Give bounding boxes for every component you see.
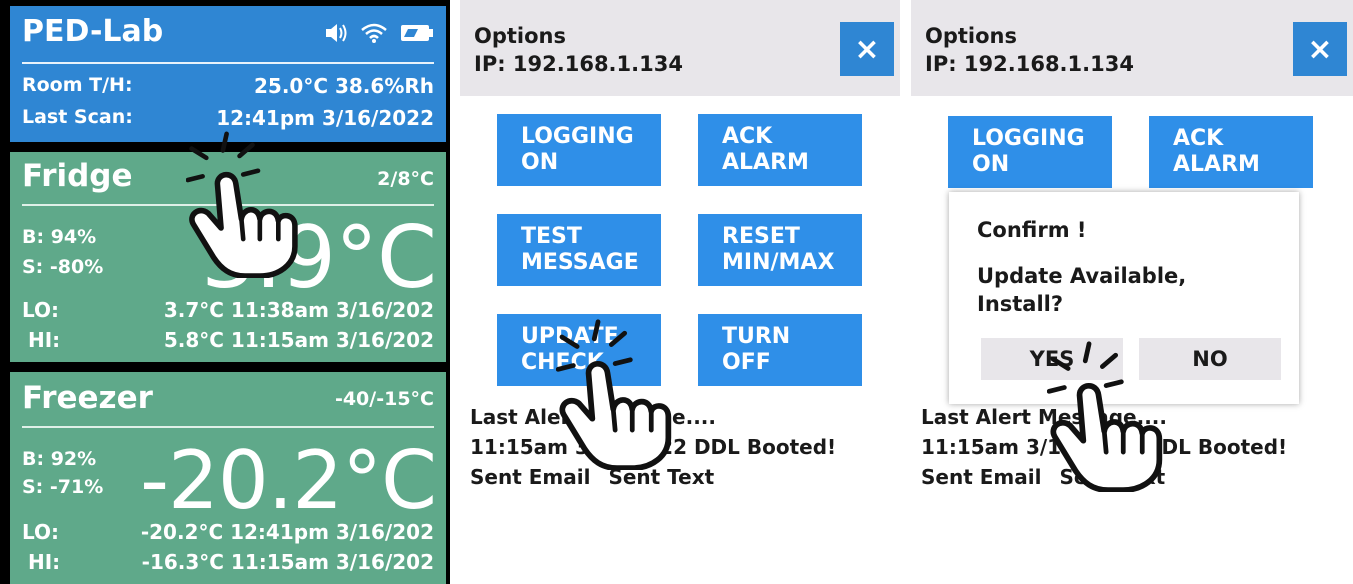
- wifi-icon: [361, 23, 387, 43]
- options-title-text: Options: [925, 24, 1017, 48]
- hi-label: HI:: [28, 550, 61, 574]
- dashboard-screen: PED-Lab Room T/H: 25.0°C 38.6%Rh Last Sc…: [0, 0, 450, 584]
- test-message-button[interactable]: TEST MESSAGE: [497, 214, 661, 286]
- ip-address: IP: 192.168.1.134: [925, 52, 1134, 76]
- zone-temperature: -20.2°C: [140, 434, 437, 527]
- brand-title: PED-Lab: [22, 14, 164, 49]
- zone-range: 2/8°C: [377, 168, 434, 190]
- room-label: Room T/H:: [22, 74, 133, 96]
- speaker-icon: [326, 24, 347, 42]
- zone-signal: S: -80%: [22, 256, 104, 278]
- lo-value: 3.7°C 11:38am 3/16/202: [163, 298, 434, 322]
- confirm-screen: Options IP: 192.168.1.134 × LOGGING ON A…: [911, 0, 1353, 584]
- options-title: Options IP: 192.168.1.134: [474, 22, 683, 78]
- room-value: 25.0°C 38.6%Rh: [253, 74, 434, 98]
- options-header: Options IP: 192.168.1.134: [460, 0, 900, 96]
- zone-battery: B: 94%: [22, 226, 97, 248]
- ack-alarm-button[interactable]: ACK ALARM: [698, 114, 862, 186]
- dashboard-header: PED-Lab Room T/H: 25.0°C 38.6%Rh Last Sc…: [10, 6, 446, 142]
- hi-value: 5.8°C 11:15am 3/16/202: [163, 328, 434, 352]
- lo-value: -20.2°C 12:41pm 3/16/202: [140, 520, 434, 544]
- lo-label: LO:: [22, 520, 60, 544]
- scan-value: 12:41pm 3/16/2022: [216, 106, 434, 130]
- zone-range: -40/-15°C: [334, 388, 434, 410]
- options-title: Options IP: 192.168.1.134: [925, 22, 1134, 78]
- zone-divider: [22, 426, 434, 428]
- options-title-text: Options: [474, 24, 566, 48]
- ack-alarm-button[interactable]: ACK ALARM: [1149, 116, 1313, 188]
- logging-on-button[interactable]: LOGGING ON: [948, 116, 1112, 188]
- zone-battery: B: 92%: [22, 448, 97, 470]
- pointing-hand-icon: [186, 130, 306, 278]
- hi-value: -16.3°C 11:15am 3/16/202: [141, 550, 434, 574]
- battery-icon: [401, 25, 433, 41]
- close-button[interactable]: ×: [840, 22, 894, 76]
- close-button[interactable]: ×: [1293, 22, 1347, 76]
- logging-on-button[interactable]: LOGGING ON: [497, 114, 661, 186]
- zone-card-freezer[interactable]: Freezer -40/-15°C B: 92% S: -71% -20.2°C…: [10, 372, 446, 584]
- status-icons: [324, 20, 434, 46]
- turn-off-button[interactable]: TURN OFF: [698, 314, 862, 386]
- ip-address: IP: 192.168.1.134: [474, 52, 683, 76]
- options-screen: Options IP: 192.168.1.134 × LOGGING ON A…: [460, 0, 900, 584]
- scan-label: Last Scan:: [22, 106, 133, 128]
- sent-email-status: Sent Email: [921, 465, 1042, 489]
- options-header: Options IP: 192.168.1.134: [911, 0, 1353, 96]
- zone-name: Freezer: [22, 380, 153, 416]
- lo-label: LO:: [22, 298, 60, 322]
- pointing-hand-icon: [1047, 340, 1171, 492]
- pointing-hand-icon: [556, 318, 680, 470]
- hi-label: HI:: [28, 328, 61, 352]
- dialog-title: Confirm !: [977, 218, 1087, 242]
- zone-signal: S: -71%: [22, 476, 104, 498]
- reset-minmax-button[interactable]: RESET MIN/MAX: [698, 214, 862, 286]
- header-divider: [22, 62, 434, 64]
- zone-name: Fridge: [22, 158, 133, 194]
- dialog-message: Update Available, Install?: [977, 264, 1187, 316]
